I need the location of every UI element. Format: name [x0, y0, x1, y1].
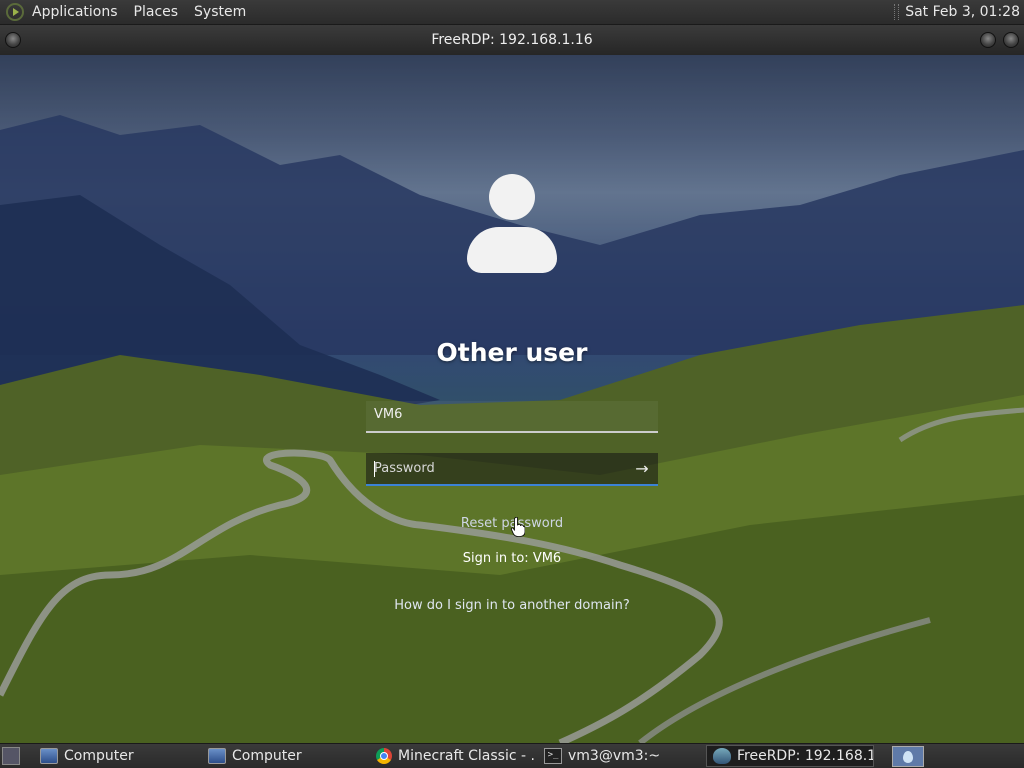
- username-field[interactable]: VM6: [366, 401, 658, 433]
- text-caret: [374, 461, 375, 477]
- computer-icon: [208, 748, 226, 764]
- window-menu-button[interactable]: [5, 32, 21, 48]
- sign-in-to-label: Sign in to: VM6: [462, 551, 562, 566]
- panel-separator: [894, 4, 900, 20]
- minimize-button[interactable]: [980, 32, 996, 48]
- freerdp-icon: [713, 748, 731, 764]
- password-input[interactable]: [366, 453, 628, 484]
- clock[interactable]: Sat Feb 3, 01:28: [905, 4, 1020, 20]
- arrow-right-icon[interactable]: →: [626, 453, 658, 484]
- avatar-body: [467, 227, 557, 273]
- taskbar-item-label: Computer: [232, 748, 302, 764]
- computer-icon: [40, 748, 58, 764]
- hand-cursor-icon: [511, 517, 525, 537]
- taskbar-item-freerdp[interactable]: FreeRDP: 192.168.1.16: [706, 745, 874, 767]
- maximize-button[interactable]: [1003, 32, 1019, 48]
- taskbar-item-label: Minecraft Classic - ...: [398, 748, 536, 764]
- window-titlebar[interactable]: FreeRDP: 192.168.1.16: [0, 25, 1024, 55]
- distro-logo-icon[interactable]: [6, 3, 24, 21]
- taskbar-item-terminal[interactable]: >_ vm3@vm3:~: [538, 745, 704, 767]
- menu-places[interactable]: Places: [134, 4, 179, 20]
- menu-applications[interactable]: Applications: [32, 4, 118, 20]
- taskbar-item-label: FreeRDP: 192.168.1.16: [737, 748, 874, 764]
- tray-drop-icon: [903, 750, 913, 763]
- password-field-container[interactable]: →: [366, 453, 658, 486]
- top-panel: Applications Places System Sat Feb 3, 01…: [0, 0, 1024, 25]
- remote-desktop-view[interactable]: [0, 55, 1024, 743]
- terminal-icon: >_: [544, 748, 562, 764]
- taskbar-item-computer-1[interactable]: Computer: [34, 745, 200, 767]
- taskbar-item-label: Computer: [64, 748, 134, 764]
- taskbar-item-label: vm3@vm3:~: [568, 748, 661, 764]
- freerdp-tray-icon[interactable]: [892, 746, 924, 767]
- taskbar-item-minecraft[interactable]: Minecraft Classic - ...: [370, 745, 536, 767]
- another-domain-link[interactable]: How do I sign in to another domain?: [0, 598, 1024, 613]
- taskbar-item-computer-2[interactable]: Computer: [202, 745, 368, 767]
- window-title: FreeRDP: 192.168.1.16: [431, 32, 593, 48]
- login-user-name: Other user: [436, 338, 588, 367]
- chrome-icon: [376, 748, 392, 764]
- menu-system[interactable]: System: [194, 4, 246, 20]
- bottom-taskbar: Computer Computer Minecraft Classic - ..…: [0, 743, 1024, 768]
- user-avatar: [467, 174, 557, 274]
- avatar-head: [489, 174, 535, 220]
- wallpaper-dim-overlay: [0, 55, 1024, 743]
- show-desktop-icon[interactable]: [2, 747, 20, 765]
